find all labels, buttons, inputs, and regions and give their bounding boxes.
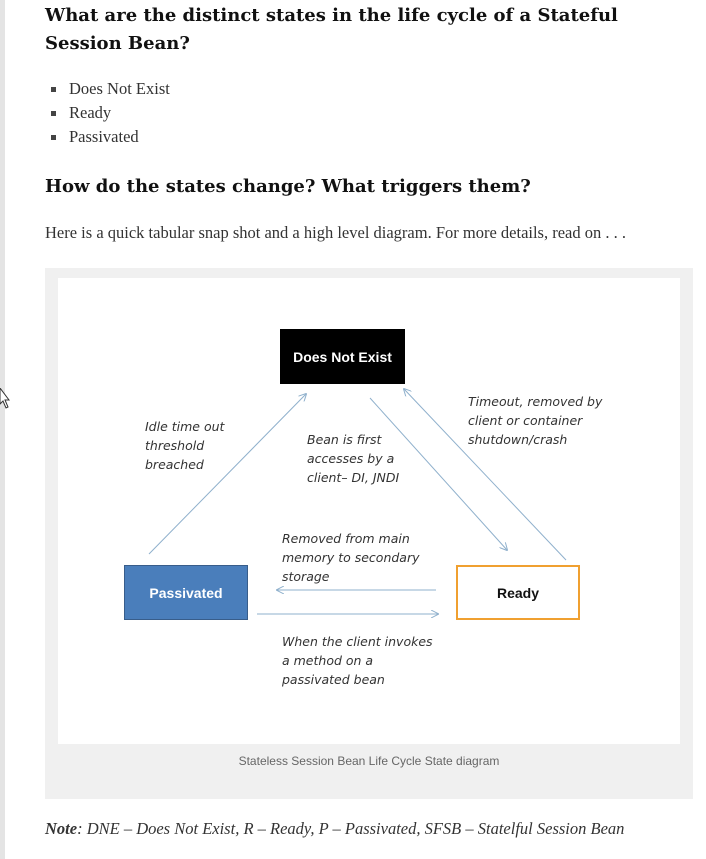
note-paragraph: Note: DNE – Does Not Exist, R – Ready, P… (45, 819, 705, 839)
state-does-not-exist: Does Not Exist (280, 329, 405, 384)
mouse-cursor-icon (0, 388, 10, 409)
note-text: : DNE – Does Not Exist, R – Ready, P – P… (77, 819, 625, 838)
state-ready: Ready (456, 565, 580, 620)
label-client-invokes: When the client invokes a method on a pa… (282, 634, 433, 687)
list-item-text: Passivated (69, 127, 139, 146)
diagram-canvas: Does Not Exist Passivated Ready Idle tim… (58, 278, 680, 744)
list-item: Passivated (50, 125, 170, 149)
intro-paragraph: Here is a quick tabular snap shot and a … (45, 223, 626, 242)
label-idle-timeout: Idle time out threshold breached (145, 419, 225, 472)
note-label: Note (45, 819, 78, 838)
state-passivated: Passivated (124, 565, 248, 620)
left-margin-rule (0, 0, 5, 859)
bullet-square-icon (51, 135, 56, 140)
bullet-square-icon (51, 87, 56, 92)
states-list: Does Not Exist Ready Passivated (50, 77, 170, 149)
list-item-text: Ready (69, 103, 112, 122)
list-item: Ready (50, 101, 170, 125)
figure-caption: Stateless Session Bean Life Cycle State … (238, 754, 500, 768)
label-removed-memory: Removed from main memory to secondary st… (282, 531, 420, 584)
heading-states: What are the distinct states in the life… (45, 5, 618, 54)
list-item-text: Does Not Exist (69, 79, 170, 98)
list-item: Does Not Exist (50, 77, 170, 101)
bullet-square-icon (51, 111, 56, 116)
label-first-access: Bean is first accesses by a client– DI, … (307, 432, 400, 485)
diagram-figure: Does Not Exist Passivated Ready Idle tim… (45, 268, 693, 799)
label-timeout-removed: Timeout, removed by client or container … (468, 394, 603, 447)
heading-transitions: How do the states change? What triggers … (45, 176, 531, 197)
